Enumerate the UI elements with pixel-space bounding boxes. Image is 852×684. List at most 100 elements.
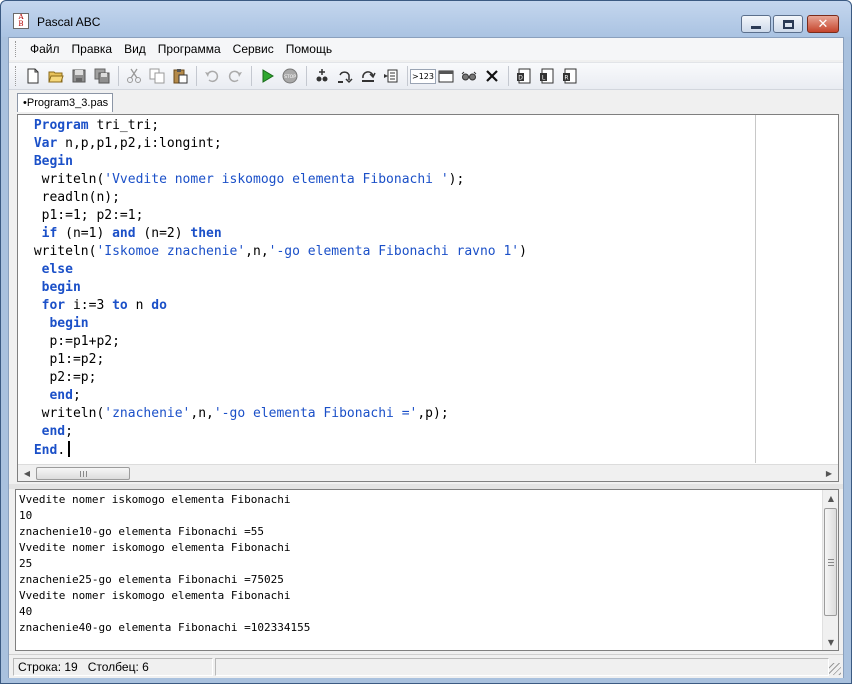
- svg-text:STOP: STOP: [284, 74, 296, 80]
- step-over-button[interactable]: [357, 65, 379, 87]
- scroll-thumb[interactable]: [36, 467, 130, 480]
- minimize-button[interactable]: [741, 15, 771, 33]
- menu-grip[interactable]: [15, 41, 18, 57]
- code-token: writeln(: [26, 244, 97, 259]
- menu-view[interactable]: Вид: [118, 42, 152, 56]
- scroll-down-icon[interactable]: ▼: [824, 635, 838, 649]
- code-token: p1:=p2;: [26, 352, 105, 367]
- output-line: znachenie25-go elementa Fibonachi =75025: [19, 573, 284, 586]
- code-token: readln(n);: [26, 190, 120, 205]
- compile-library-button[interactable]: L: [536, 65, 558, 87]
- code-line[interactable]: readln(n);: [26, 189, 120, 207]
- clear-button[interactable]: [481, 65, 503, 87]
- step-over-icon: [362, 71, 376, 82]
- code-line[interactable]: for i:=3 to n do: [26, 297, 167, 315]
- code-line[interactable]: begin: [26, 315, 88, 333]
- save-all-button[interactable]: [91, 65, 113, 87]
- output-line: 40: [19, 605, 33, 618]
- new-file-button[interactable]: [22, 65, 44, 87]
- scroll-right-icon[interactable]: ▶: [822, 467, 836, 480]
- code-token: n: [127, 298, 152, 313]
- output-line: 10: [19, 509, 33, 522]
- window-icon: [438, 70, 454, 83]
- output-line: Vvedite nomer iskomogo elementa Fibonach…: [19, 493, 291, 506]
- tab-label: Program3_3.pas: [26, 97, 109, 109]
- title-bar[interactable]: AB Pascal ABC ✕: [1, 1, 851, 37]
- run-to-cursor-button[interactable]: [380, 65, 402, 87]
- menu-edit[interactable]: Правка: [66, 42, 119, 56]
- code-token: ,n,: [245, 244, 269, 259]
- code-line[interactable]: p1:=p2;: [26, 351, 104, 369]
- code-line[interactable]: writeln('znachenie',n,'-go elementa Fibo…: [26, 405, 449, 423]
- save-button[interactable]: [68, 65, 90, 87]
- code-token: ;: [65, 424, 73, 439]
- scroll-up-icon[interactable]: ▲: [824, 491, 838, 505]
- redo-button[interactable]: [224, 65, 246, 87]
- code-editor[interactable]: Program tri_tri; Var n,p,p1,p2,i:longint…: [17, 114, 839, 482]
- step-into-button[interactable]: [334, 65, 356, 87]
- code-line[interactable]: begin: [26, 279, 81, 297]
- string-token: '-go elementa Fibonachi =': [213, 406, 418, 421]
- code-token: p1:=1; p2:=1;: [26, 208, 144, 223]
- output-line: znachenie10-go elementa Fibonachi =55: [19, 525, 265, 538]
- code-line[interactable]: Program tri_tri;: [26, 117, 159, 135]
- open-button[interactable]: [45, 65, 67, 87]
- status-bar: Строка: 19 Столбец: 6: [9, 654, 843, 678]
- code-line[interactable]: if (n=1) and (n=2) then: [26, 225, 222, 243]
- keyword-token: begin: [41, 280, 81, 295]
- paste-button[interactable]: [169, 65, 191, 87]
- add-watch-button[interactable]: [311, 65, 333, 87]
- maximize-button[interactable]: [773, 15, 803, 33]
- compile-release-button[interactable]: R: [559, 65, 581, 87]
- code-line[interactable]: Var n,p,p1,p2,i:longint;: [26, 135, 222, 153]
- output-window[interactable]: Vvedite nomer iskomogo elementa Fibonach…: [15, 489, 839, 651]
- toolbar-separator: [508, 66, 509, 86]
- tab-program3-3[interactable]: •Program3_3.pas: [17, 93, 113, 112]
- code-line[interactable]: end;: [26, 423, 73, 441]
- code-line[interactable]: p1:=1; p2:=1;: [26, 207, 144, 225]
- cut-button[interactable]: [123, 65, 145, 87]
- run-button[interactable]: [256, 65, 278, 87]
- compile-button[interactable]: D: [513, 65, 535, 87]
- code-line[interactable]: End.: [26, 441, 71, 459]
- code-line[interactable]: Begin: [26, 153, 73, 171]
- redo-icon: [228, 70, 242, 83]
- watch-button[interactable]: [458, 65, 480, 87]
- code-token: n,p,p1,p2,i:longint;: [57, 136, 222, 151]
- window-button[interactable]: [435, 65, 457, 87]
- menu-help[interactable]: Помощь: [280, 42, 338, 56]
- scroll-thumb[interactable]: [824, 508, 837, 616]
- resize-grip[interactable]: [829, 663, 841, 675]
- copy-button[interactable]: [146, 65, 168, 87]
- menu-program[interactable]: Программа: [152, 42, 227, 56]
- stop-button[interactable]: STOP: [279, 65, 301, 87]
- code-line[interactable]: end;: [26, 387, 80, 405]
- close-button[interactable]: ✕: [807, 15, 839, 33]
- minimize-icon: [751, 25, 761, 29]
- open-folder-icon: [48, 71, 64, 83]
- menu-service[interactable]: Сервис: [227, 42, 280, 56]
- undo-button[interactable]: [201, 65, 223, 87]
- window-title: Pascal ABC: [37, 15, 101, 29]
- toolbar-grip[interactable]: [15, 66, 18, 86]
- code-line[interactable]: p2:=p;: [26, 369, 96, 387]
- code-line[interactable]: writeln('Iskomoe znachenie',n,'-go eleme…: [26, 243, 527, 261]
- scroll-left-icon[interactable]: ◀: [20, 467, 34, 480]
- column-indicator: Столбец: 6: [87, 660, 149, 674]
- code-token: (n=1): [57, 226, 113, 241]
- menu-file[interactable]: Файл: [24, 42, 66, 56]
- code-area[interactable]: Program tri_tri; Var n,p,p1,p2,i:longint…: [18, 115, 754, 463]
- glasses-icon: [461, 71, 477, 81]
- code-line[interactable]: writeln('Vvedite nomer iskomogo elementa…: [26, 171, 465, 189]
- output-format-button[interactable]: >123: [410, 65, 436, 87]
- output-vertical-scrollbar[interactable]: ▲ ▼: [822, 490, 838, 650]
- editor-horizontal-scrollbar[interactable]: ◀ ▶: [18, 464, 838, 481]
- string-token: 'Vvedite nomer iskomogo elementa Fibonac…: [104, 172, 449, 187]
- code-line[interactable]: p:=p1+p2;: [26, 333, 119, 351]
- code-line[interactable]: else: [26, 261, 73, 279]
